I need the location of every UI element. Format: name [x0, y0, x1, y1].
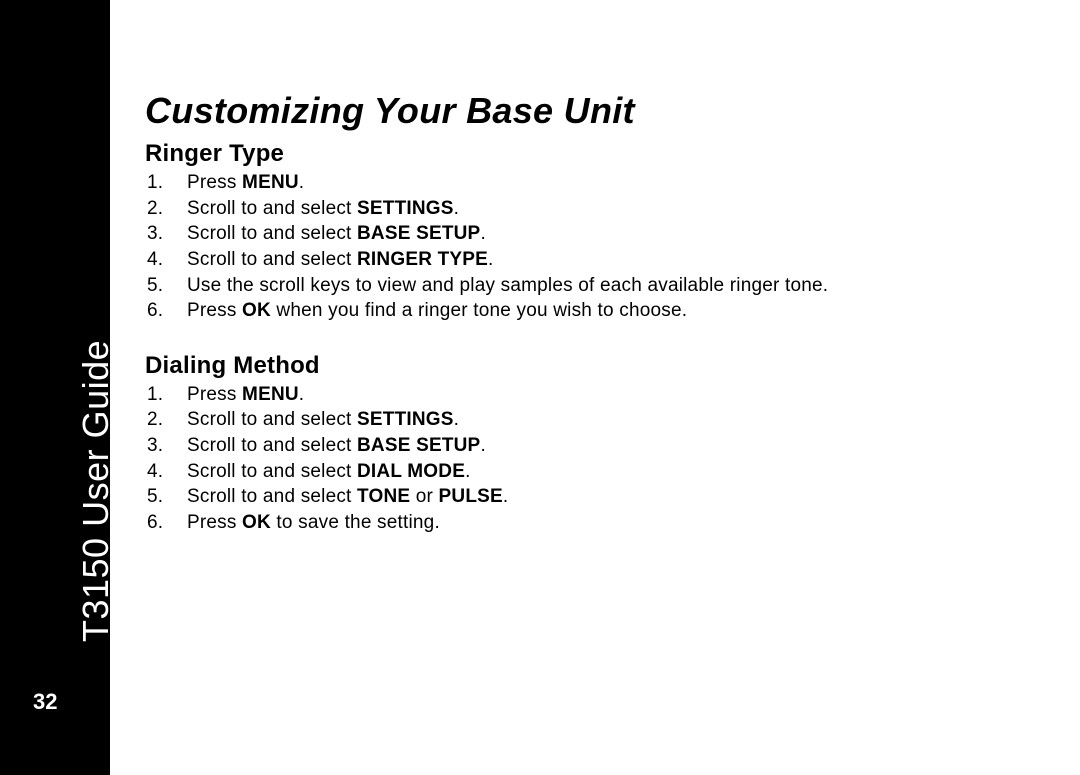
dialing-method-steps: Press MENU. Scroll to and select SETTING…	[145, 382, 1045, 536]
ringer-type-steps: Press MENU. Scroll to and select SETTING…	[145, 170, 1045, 324]
list-item: Scroll to and select DIAL MODE.	[145, 459, 1045, 485]
section-heading-dialing-method: Dialing Method	[145, 352, 1045, 380]
list-item: Press MENU.	[145, 382, 1045, 408]
list-item: Scroll to and select BASE SETUP.	[145, 433, 1045, 459]
page-title: Customizing Your Base Unit	[145, 90, 1045, 132]
list-item: Scroll to and select RINGER TYPE.	[145, 247, 1045, 273]
list-item: Scroll to and select SETTINGS.	[145, 196, 1045, 222]
sidebar-title: T3150 User Guide	[75, 340, 117, 642]
section-heading-ringer-type: Ringer Type	[145, 140, 1045, 168]
list-item: Press OK when you find a ringer tone you…	[145, 298, 1045, 324]
page-number: 32	[33, 689, 57, 715]
list-item: Use the scroll keys to view and play sam…	[145, 273, 1045, 299]
sidebar: T3150 User Guide 32	[0, 0, 110, 775]
list-item: Press MENU.	[145, 170, 1045, 196]
list-item: Press OK to save the setting.	[145, 510, 1045, 536]
list-item: Scroll to and select SETTINGS.	[145, 407, 1045, 433]
main-content: Customizing Your Base Unit Ringer Type P…	[145, 90, 1045, 536]
list-item: Scroll to and select BASE SETUP.	[145, 221, 1045, 247]
list-item: Scroll to and select TONE or PULSE.	[145, 484, 1045, 510]
